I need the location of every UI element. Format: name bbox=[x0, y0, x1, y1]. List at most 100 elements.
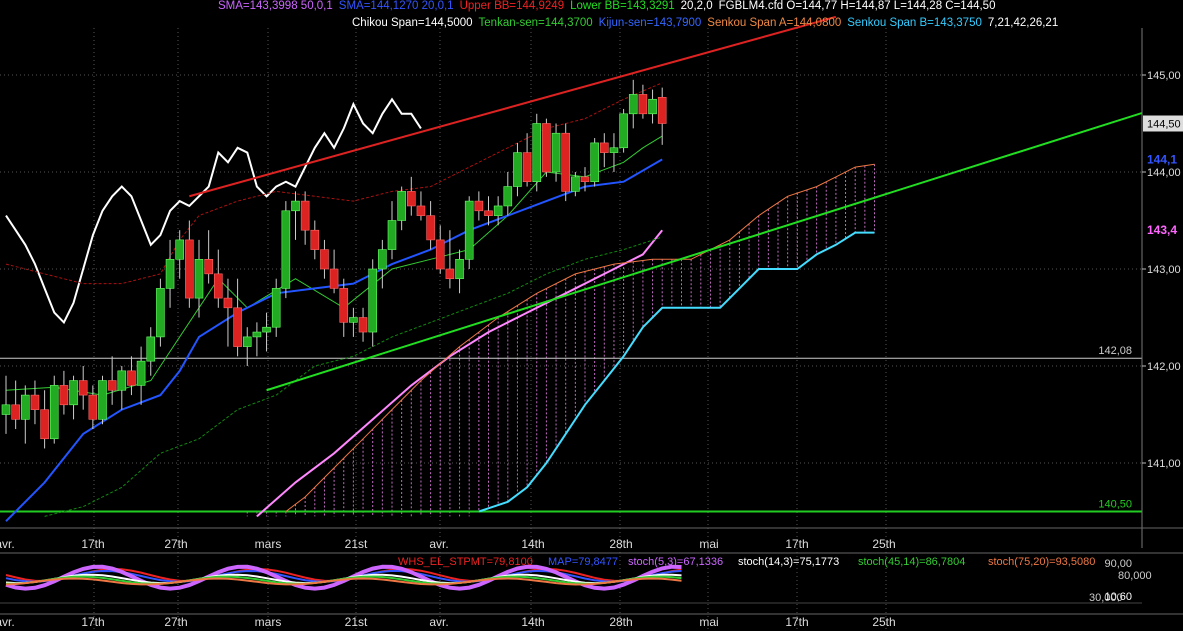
candle-up bbox=[136, 360, 146, 386]
candle-down bbox=[580, 176, 590, 183]
candle-up bbox=[175, 239, 184, 260]
candle-down bbox=[426, 215, 435, 241]
x-axis-label: 14th bbox=[521, 537, 544, 551]
price-chart: 142,08 140,50 145,00 144,00 143,00 142,00 141,… bbox=[0, 15, 1183, 631]
x-axis-label-bottom: 28th bbox=[609, 615, 632, 629]
candle-up bbox=[1, 404, 11, 415]
x-axis-label: 28th bbox=[609, 537, 632, 551]
candle-down bbox=[214, 273, 223, 299]
candle-up bbox=[619, 113, 628, 149]
candle-down bbox=[561, 132, 571, 192]
candle-down bbox=[107, 380, 117, 391]
candle-down bbox=[484, 210, 493, 216]
x-axis-label: 17th bbox=[785, 537, 808, 551]
x-axis-label: 25th bbox=[872, 537, 895, 551]
candle-down bbox=[474, 200, 484, 212]
y-tick-label: 143,00 bbox=[1147, 264, 1181, 276]
indicator-tag: 143,4 bbox=[1147, 223, 1177, 237]
candle-down bbox=[30, 394, 40, 410]
x-axis-label: mai bbox=[699, 537, 718, 551]
price-tag: 144,50 bbox=[1147, 119, 1181, 131]
legend-entry: Kijun-sen=143,7900 bbox=[598, 17, 702, 29]
x-axis-label: 17th bbox=[81, 537, 104, 551]
candle-up bbox=[387, 220, 397, 250]
legend-entry: Senkou Span B=143,3750 bbox=[847, 17, 982, 29]
osc-legend: stoch(14,3)=75,1773 bbox=[738, 556, 839, 568]
candle-up bbox=[262, 326, 271, 333]
candle-up bbox=[493, 205, 503, 216]
candle-down bbox=[406, 191, 416, 207]
x-axis-label-bottom: 17th bbox=[81, 615, 104, 629]
candle-down bbox=[416, 205, 426, 216]
y-tick-label: 141,00 bbox=[1147, 458, 1181, 470]
candle-down bbox=[329, 268, 339, 289]
candle-down bbox=[542, 123, 551, 173]
candle-up bbox=[368, 268, 378, 333]
candle-up bbox=[503, 186, 513, 207]
candle-up bbox=[609, 147, 619, 153]
legend-entry: Upper BB=144,9249 bbox=[459, 0, 565, 12]
indicator-tag: 144,1 bbox=[1147, 152, 1177, 166]
x-axis-label: 27th bbox=[164, 537, 187, 551]
candle-up bbox=[271, 288, 281, 328]
osc-tag: 80,000 bbox=[1118, 570, 1152, 582]
x-axis-label-bottom: avr. bbox=[429, 615, 448, 629]
candle-down bbox=[310, 229, 320, 250]
candle-up bbox=[464, 200, 474, 260]
x-axis-label-bottom: mars bbox=[255, 615, 282, 629]
candle-up bbox=[194, 258, 204, 299]
x-axis-label-bottom: 27th bbox=[164, 615, 187, 629]
osc-legend: stoch(45,14)=86,7804 bbox=[858, 556, 965, 568]
candle-down bbox=[358, 317, 368, 333]
y-tick-label: 142,00 bbox=[1147, 361, 1181, 373]
upper-trendline bbox=[189, 15, 837, 198]
candle-up bbox=[349, 317, 358, 323]
candle-up bbox=[513, 152, 522, 187]
candle-up bbox=[571, 176, 580, 192]
legend-entry: Chikou Span=144,5000 bbox=[352, 17, 473, 29]
legend-entry: FGBLM4.cfd O=144,77 H=144,87 L=144,28 C=… bbox=[718, 0, 996, 12]
x-axis-label: avr. bbox=[0, 537, 15, 551]
candle-up bbox=[242, 336, 252, 347]
candle-down bbox=[223, 297, 233, 309]
legend-entry: SMA=144,1270 20,0,1 bbox=[338, 0, 454, 12]
candle-up bbox=[146, 336, 156, 362]
candle-down bbox=[127, 370, 136, 386]
candle-down bbox=[88, 394, 98, 420]
candle-up bbox=[628, 94, 638, 115]
legend-entry: Lower BB=143,3291 bbox=[570, 0, 675, 12]
candle-up bbox=[291, 200, 300, 212]
candle-up bbox=[532, 123, 542, 183]
legend-entry: 20,2,0 bbox=[680, 0, 713, 12]
axis-panel bbox=[1142, 28, 1183, 548]
x-axis-label-bottom: avr. bbox=[0, 615, 15, 629]
candle-down bbox=[445, 268, 455, 279]
osc-legend: MAP=79,8477 bbox=[548, 556, 618, 568]
indicator-legend-line2: Chikou Span=144,5000 Tenkan-sen=144,3700 K… bbox=[352, 17, 1064, 30]
x-axis-label-bottom: mai bbox=[699, 615, 718, 629]
candle-up bbox=[397, 191, 406, 221]
x-axis-label-bottom: 14th bbox=[521, 615, 544, 629]
candle-down bbox=[204, 258, 213, 275]
candle-down bbox=[40, 409, 49, 440]
candle-down bbox=[59, 385, 69, 406]
series-senkou_b bbox=[478, 231, 875, 513]
candle-up bbox=[551, 132, 561, 173]
x-axis-label-bottom: 21st bbox=[345, 615, 368, 629]
candle-up bbox=[117, 370, 127, 391]
x-axis-label: 21st bbox=[345, 537, 368, 551]
candle-down bbox=[300, 200, 310, 231]
candle-up bbox=[156, 288, 165, 338]
y-tick-label: 144,00 bbox=[1147, 167, 1181, 179]
candle-up bbox=[49, 385, 59, 440]
legend-entry: Tenkan-sen=144,3700 bbox=[478, 17, 593, 29]
candle-down bbox=[233, 307, 242, 347]
x-axis-label: avr. bbox=[429, 537, 448, 551]
candle-down bbox=[522, 152, 532, 183]
candle-up bbox=[20, 394, 30, 420]
osc-tag: 90,00 bbox=[1104, 558, 1132, 570]
series-chikou bbox=[5, 97, 422, 325]
candle-down bbox=[11, 404, 20, 420]
candle-down bbox=[599, 142, 609, 153]
candle-down bbox=[185, 239, 194, 299]
